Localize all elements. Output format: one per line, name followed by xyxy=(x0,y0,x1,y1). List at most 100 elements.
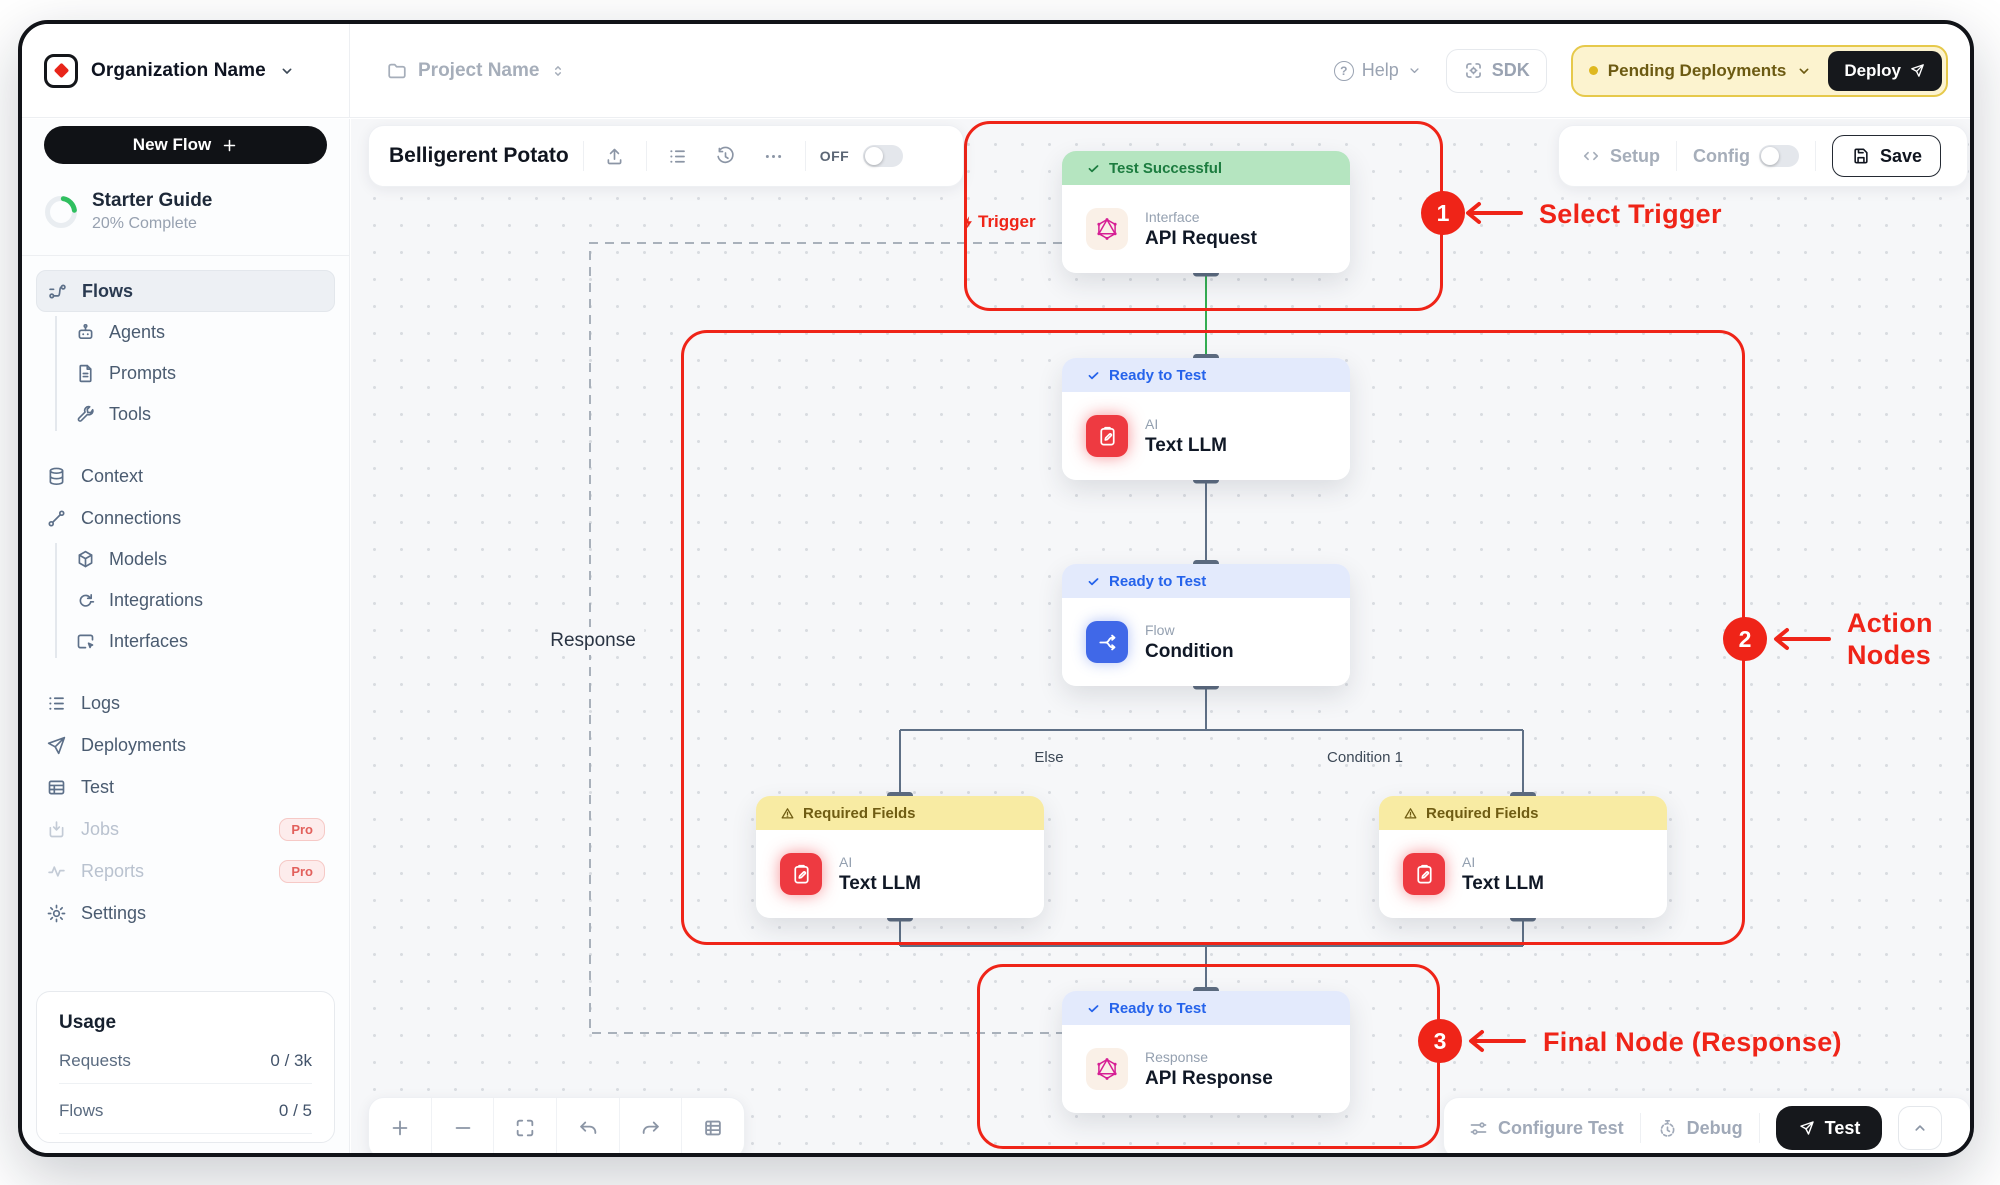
sidebar-item-jobs[interactable]: Jobs Pro xyxy=(36,808,335,850)
save-button[interactable]: Save xyxy=(1832,135,1941,177)
org-logo-icon xyxy=(44,54,78,88)
new-flow-button[interactable]: New Flow xyxy=(44,126,327,164)
sdk-label: SDK xyxy=(1492,60,1530,81)
node-category: Flow xyxy=(1145,622,1234,638)
project-name: Project Name xyxy=(418,60,539,82)
graphql-icon xyxy=(1086,208,1128,250)
config-toggle[interactable] xyxy=(1759,145,1799,167)
configure-test-button[interactable]: Configure Test xyxy=(1468,1118,1624,1139)
expand-panel-button[interactable] xyxy=(1898,1106,1942,1150)
stopwatch-icon xyxy=(1657,1118,1678,1139)
node-category: Response xyxy=(1145,1049,1273,1065)
annotation-3-label: Final Node (Response) xyxy=(1543,1026,1842,1058)
deploy-button[interactable]: Deploy xyxy=(1828,51,1942,91)
node-title: API Response xyxy=(1145,1068,1273,1090)
test-label: Test xyxy=(1825,1118,1861,1139)
sidebar-item-tools[interactable]: Tools xyxy=(75,394,335,435)
trigger-tag-label: Trigger xyxy=(978,212,1036,232)
sidebar-item-integrations[interactable]: Integrations xyxy=(75,580,335,621)
left-arrow-icon xyxy=(1463,201,1525,225)
help-menu[interactable]: ? Help xyxy=(1334,60,1422,81)
annotation-2-label: Action Nodes xyxy=(1847,607,1933,671)
sidebar-item-reports[interactable]: Reports Pro xyxy=(36,850,335,892)
sidebar-item-label: Logs xyxy=(81,693,120,714)
sdk-button[interactable]: SDK xyxy=(1446,49,1547,93)
chevron-down-icon xyxy=(279,63,295,79)
flow-enabled-toggle[interactable] xyxy=(863,145,903,167)
sidebar-item-models[interactable]: Models xyxy=(75,539,335,580)
node-api-response[interactable]: Ready to Test Response API Response xyxy=(1062,991,1350,1113)
check-icon xyxy=(1086,161,1101,176)
fit-view-button[interactable] xyxy=(494,1098,556,1153)
graphql-icon xyxy=(1086,1048,1128,1090)
flow-canvas[interactable]: Belligerent Potato OFF Setup Config xyxy=(351,119,1970,1153)
sdk-brackets-icon xyxy=(1463,60,1484,81)
org-switcher[interactable]: Organization Name xyxy=(22,24,350,117)
sidebar-item-logs[interactable]: Logs xyxy=(36,682,335,724)
sidebar: New Flow Starter Guide 20% Complete Flow… xyxy=(22,119,350,1153)
undo-button[interactable] xyxy=(557,1098,619,1153)
history-icon xyxy=(715,146,736,167)
sidebar-item-agents[interactable]: Agents xyxy=(75,312,335,353)
test-button[interactable]: Test xyxy=(1776,1106,1883,1150)
chevron-up-icon xyxy=(1911,1119,1929,1137)
pending-deployments-pill[interactable]: Pending Deployments Deploy xyxy=(1571,45,1948,97)
steps-list-button[interactable] xyxy=(661,139,695,173)
debug-button[interactable]: Debug xyxy=(1657,1118,1743,1139)
node-condition[interactable]: Ready to Test Flow Condition xyxy=(1062,564,1350,686)
annotation-3-badge: 3 xyxy=(1418,1019,1462,1063)
sidebar-item-prompts[interactable]: Prompts xyxy=(75,353,335,394)
sidebar-item-label: Test xyxy=(81,777,114,798)
zoom-in-button[interactable] xyxy=(369,1098,431,1153)
sidebar-item-label: Prompts xyxy=(109,363,176,384)
text-llm-icon xyxy=(780,853,822,895)
sidebar-item-label: Integrations xyxy=(109,590,203,611)
node-status: Ready to Test xyxy=(1062,564,1350,598)
node-status: Required Fields xyxy=(1379,796,1667,830)
left-arrow-icon xyxy=(1466,1029,1528,1053)
text-llm-icon xyxy=(1086,415,1128,457)
starter-guide-title: Starter Guide xyxy=(92,190,212,212)
sidebar-item-deployments[interactable]: Deployments xyxy=(36,724,335,766)
sidebar-item-interfaces[interactable]: Interfaces xyxy=(75,621,335,662)
node-api-request[interactable]: Test Successful Interface API Request xyxy=(1062,151,1350,273)
header-actions: ? Help SDK Pending Deployments Deploy xyxy=(1334,45,1970,97)
flow-off-label: OFF xyxy=(820,148,850,164)
floppy-icon xyxy=(1851,146,1871,166)
node-category: Interface xyxy=(1145,209,1257,225)
sidebar-item-settings[interactable]: Settings xyxy=(36,892,335,934)
share-button[interactable] xyxy=(598,139,632,173)
node-status: Test Successful xyxy=(1062,151,1350,185)
list-icon xyxy=(667,146,688,167)
zoom-out-button[interactable] xyxy=(432,1098,494,1153)
node-status: Ready to Test xyxy=(1062,991,1350,1025)
flow-title: Belligerent Potato xyxy=(389,144,569,168)
folder-icon xyxy=(386,60,408,82)
sidebar-item-context[interactable]: Context xyxy=(36,455,335,497)
branch-label-else: Else xyxy=(1034,749,1063,766)
node-text-llm-top[interactable]: Ready to Test AI Text LLM xyxy=(1062,358,1350,480)
more-options-button[interactable] xyxy=(757,139,791,173)
project-switcher[interactable]: Project Name xyxy=(350,60,567,82)
history-button[interactable] xyxy=(709,139,743,173)
sidebar-item-flows[interactable]: Flows xyxy=(36,270,335,312)
node-category: AI xyxy=(1462,854,1544,870)
response-edge-label: Response xyxy=(542,627,644,655)
starter-guide[interactable]: Starter Guide 20% Complete xyxy=(44,190,327,233)
sidebar-item-test[interactable]: Test xyxy=(36,766,335,808)
pending-dot-icon xyxy=(1589,66,1598,75)
node-text-llm-else[interactable]: Required Fields AI Text LLM xyxy=(756,796,1044,918)
usage-label: Flows xyxy=(59,1101,103,1121)
node-title: Text LLM xyxy=(1145,435,1227,457)
setup-button[interactable]: Setup xyxy=(1581,146,1660,167)
help-icon: ? xyxy=(1334,61,1354,81)
grid-view-button[interactable] xyxy=(682,1098,744,1153)
redo-button[interactable] xyxy=(620,1098,682,1153)
node-text-llm-condition1[interactable]: Required Fields AI Text LLM xyxy=(1379,796,1667,918)
sidebar-divider xyxy=(22,255,349,256)
sidebar-item-connections[interactable]: Connections xyxy=(36,497,335,539)
sidebar-item-label: Models xyxy=(109,549,167,570)
check-icon xyxy=(1086,1001,1101,1016)
sliders-icon xyxy=(1468,1118,1489,1139)
annotation-1-badge: 1 xyxy=(1421,191,1465,235)
